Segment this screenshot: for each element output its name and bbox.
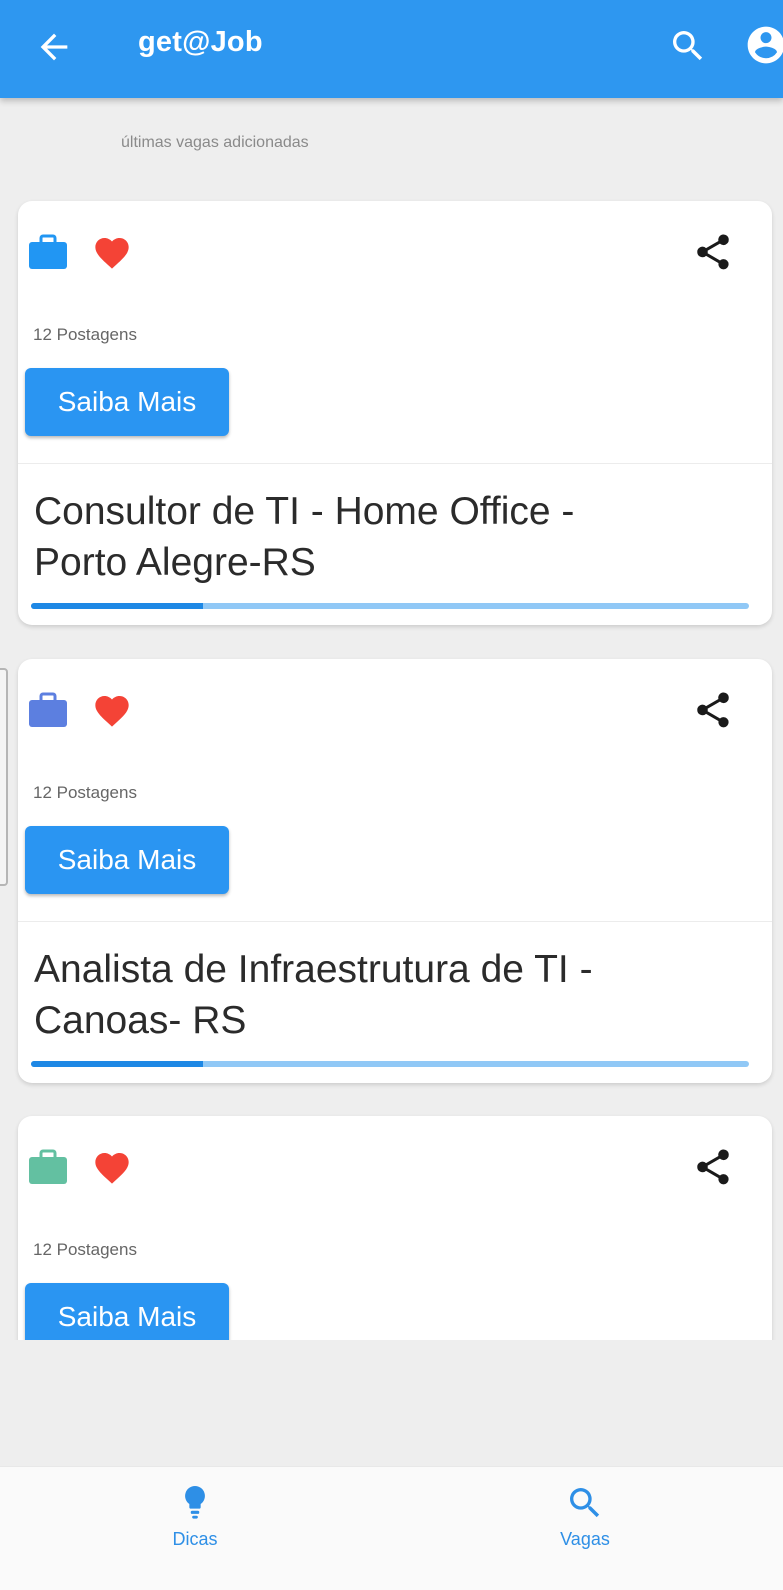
- nav-item-dicas[interactable]: Dicas: [125, 1483, 265, 1550]
- card-divider: [18, 463, 772, 464]
- job-title-line: Canoas- RS: [34, 999, 247, 1042]
- job-title-line: Porto Alegre-RS: [34, 541, 316, 584]
- job-title: Consultor de TI - Home Office - Porto Al…: [34, 486, 734, 588]
- nav-label: Dicas: [172, 1529, 218, 1549]
- nav-label: Vagas: [560, 1529, 610, 1549]
- share-icon[interactable]: [692, 1146, 734, 1188]
- briefcase-icon: [29, 692, 67, 727]
- briefcase-icon: [29, 234, 67, 269]
- favorite-heart-icon[interactable]: [91, 233, 133, 273]
- briefcase-icon: [29, 1149, 67, 1184]
- job-progress-bar: [31, 603, 749, 609]
- lightbulb-icon: [185, 1486, 205, 1519]
- job-title-line: Analista de Infraestrutura de TI -: [34, 948, 593, 991]
- job-card[interactable]: 12 Postagens Saiba Mais: [18, 1116, 772, 1340]
- app-title: get@Job: [138, 26, 263, 58]
- job-card[interactable]: 12 Postagens Saiba Mais Consultor de TI …: [18, 201, 772, 625]
- posts-count: 12 Postagens: [33, 783, 137, 802]
- account-circle-icon[interactable]: [744, 23, 783, 67]
- posts-count: 12 Postagens: [33, 325, 137, 344]
- bottom-navigation: Dicas Vagas: [0, 1466, 783, 1590]
- share-icon[interactable]: [692, 689, 734, 731]
- saiba-mais-button[interactable]: Saiba Mais: [25, 826, 229, 894]
- saiba-mais-button[interactable]: Saiba Mais: [25, 1283, 229, 1340]
- app-bar: get@Job: [0, 0, 783, 98]
- job-progress-fill: [31, 1061, 204, 1067]
- job-card[interactable]: 12 Postagens Saiba Mais Analista de Infr…: [18, 659, 772, 1083]
- posts-count: 12 Postagens: [33, 1240, 137, 1259]
- card-divider: [18, 921, 772, 922]
- favorite-heart-icon[interactable]: [91, 1148, 133, 1188]
- saiba-mais-button[interactable]: Saiba Mais: [25, 368, 229, 436]
- job-progress-fill: [31, 603, 204, 609]
- job-title-line: Consultor de TI - Home Office -: [34, 490, 575, 533]
- search-icon: [570, 1488, 600, 1518]
- arrow-back-icon[interactable]: [34, 27, 74, 67]
- favorite-heart-icon[interactable]: [91, 691, 133, 731]
- share-icon[interactable]: [692, 231, 734, 273]
- job-title: Analista de Infraestrutura de TI - Canoa…: [34, 944, 734, 1046]
- search-icon[interactable]: [668, 26, 708, 66]
- nav-item-vagas[interactable]: Vagas: [515, 1483, 655, 1550]
- job-progress-bar: [31, 1061, 749, 1067]
- job-list[interactable]: 12 Postagens Saiba Mais Consultor de TI …: [0, 98, 783, 1340]
